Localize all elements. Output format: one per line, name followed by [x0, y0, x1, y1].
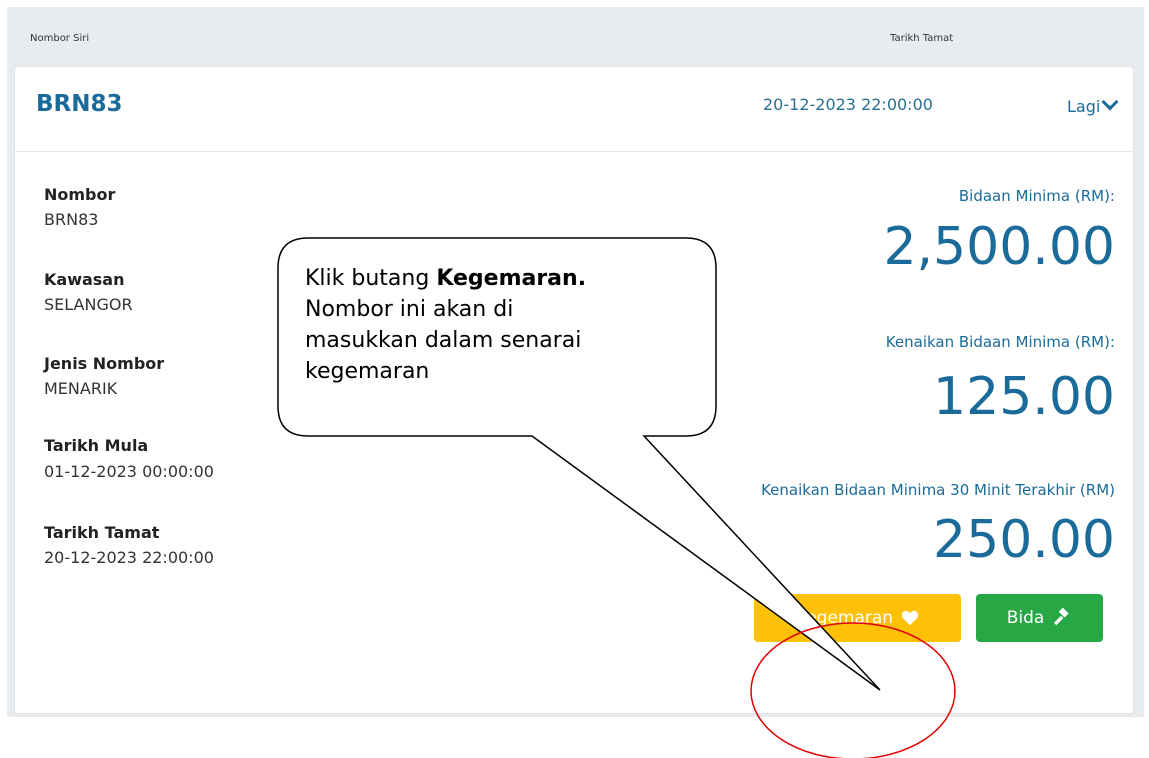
callout-line1-bold: Kegemaran.: [436, 266, 587, 291]
callout-text: Klik butang Kegemaran. Nombor ini akan d…: [305, 263, 705, 387]
callout-line4: kegemaran: [305, 359, 430, 384]
callout-line1-prefix: Klik butang: [305, 266, 437, 291]
callout-line3: masukkan dalam senarai: [305, 328, 582, 353]
callout-line2: Nombor ini akan di: [305, 297, 514, 322]
highlight-circle: [750, 622, 956, 758]
